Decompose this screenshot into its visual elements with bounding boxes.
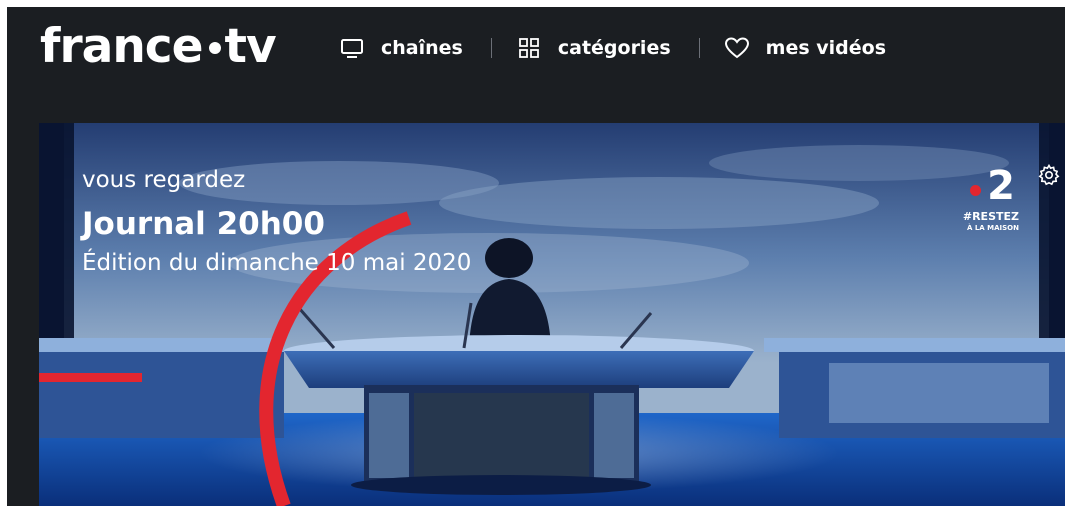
gear-icon[interactable] bbox=[1037, 163, 1061, 187]
nav-item-chaines[interactable]: chaînes bbox=[339, 35, 463, 61]
nav-item-label: chaînes bbox=[381, 37, 463, 59]
now-playing-overlay: vous regardez Journal 20h00 Édition du d… bbox=[82, 165, 471, 279]
main-nav: chaînes catégories mes vidéos bbox=[339, 33, 886, 63]
heart-icon bbox=[724, 35, 750, 61]
france-tv-logo[interactable]: france tv bbox=[40, 19, 277, 75]
channel-hashtag-sub: À LA MAISON bbox=[966, 224, 1019, 232]
tv-icon bbox=[339, 35, 365, 61]
nav-item-categories[interactable]: catégories bbox=[516, 35, 671, 61]
logo-dot bbox=[208, 42, 221, 54]
nav-item-mes-videos[interactable]: mes vidéos bbox=[724, 35, 886, 61]
logo-text-france: france bbox=[40, 19, 204, 74]
channel-logo-dot bbox=[970, 185, 981, 196]
app-frame: france tv chaînes catégories mes vidéos … bbox=[7, 7, 1065, 506]
channel-hashtag: #RESTEZ bbox=[962, 210, 1019, 223]
nav-divider bbox=[490, 38, 492, 58]
program-title: Journal 20h00 bbox=[82, 206, 325, 242]
nav-divider bbox=[698, 38, 700, 58]
video-player[interactable]: vous regardez Journal 20h00 Édition du d… bbox=[39, 123, 1065, 506]
program-subtitle: Édition du dimanche 10 mai 2020 bbox=[82, 250, 472, 276]
now-playing-kicker: vous regardez bbox=[82, 167, 246, 193]
channel-number: 2 bbox=[987, 163, 1015, 209]
nav-item-label: catégories bbox=[557, 37, 671, 59]
channel-logo-france-2: 2 #RESTEZ À LA MAISON bbox=[941, 163, 1021, 243]
grid-icon bbox=[516, 35, 542, 61]
nav-item-label: mes vidéos bbox=[765, 37, 887, 59]
top-navigation-bar: france tv chaînes catégories mes vidéos bbox=[7, 7, 1065, 117]
logo-text-tv: tv bbox=[224, 19, 277, 74]
